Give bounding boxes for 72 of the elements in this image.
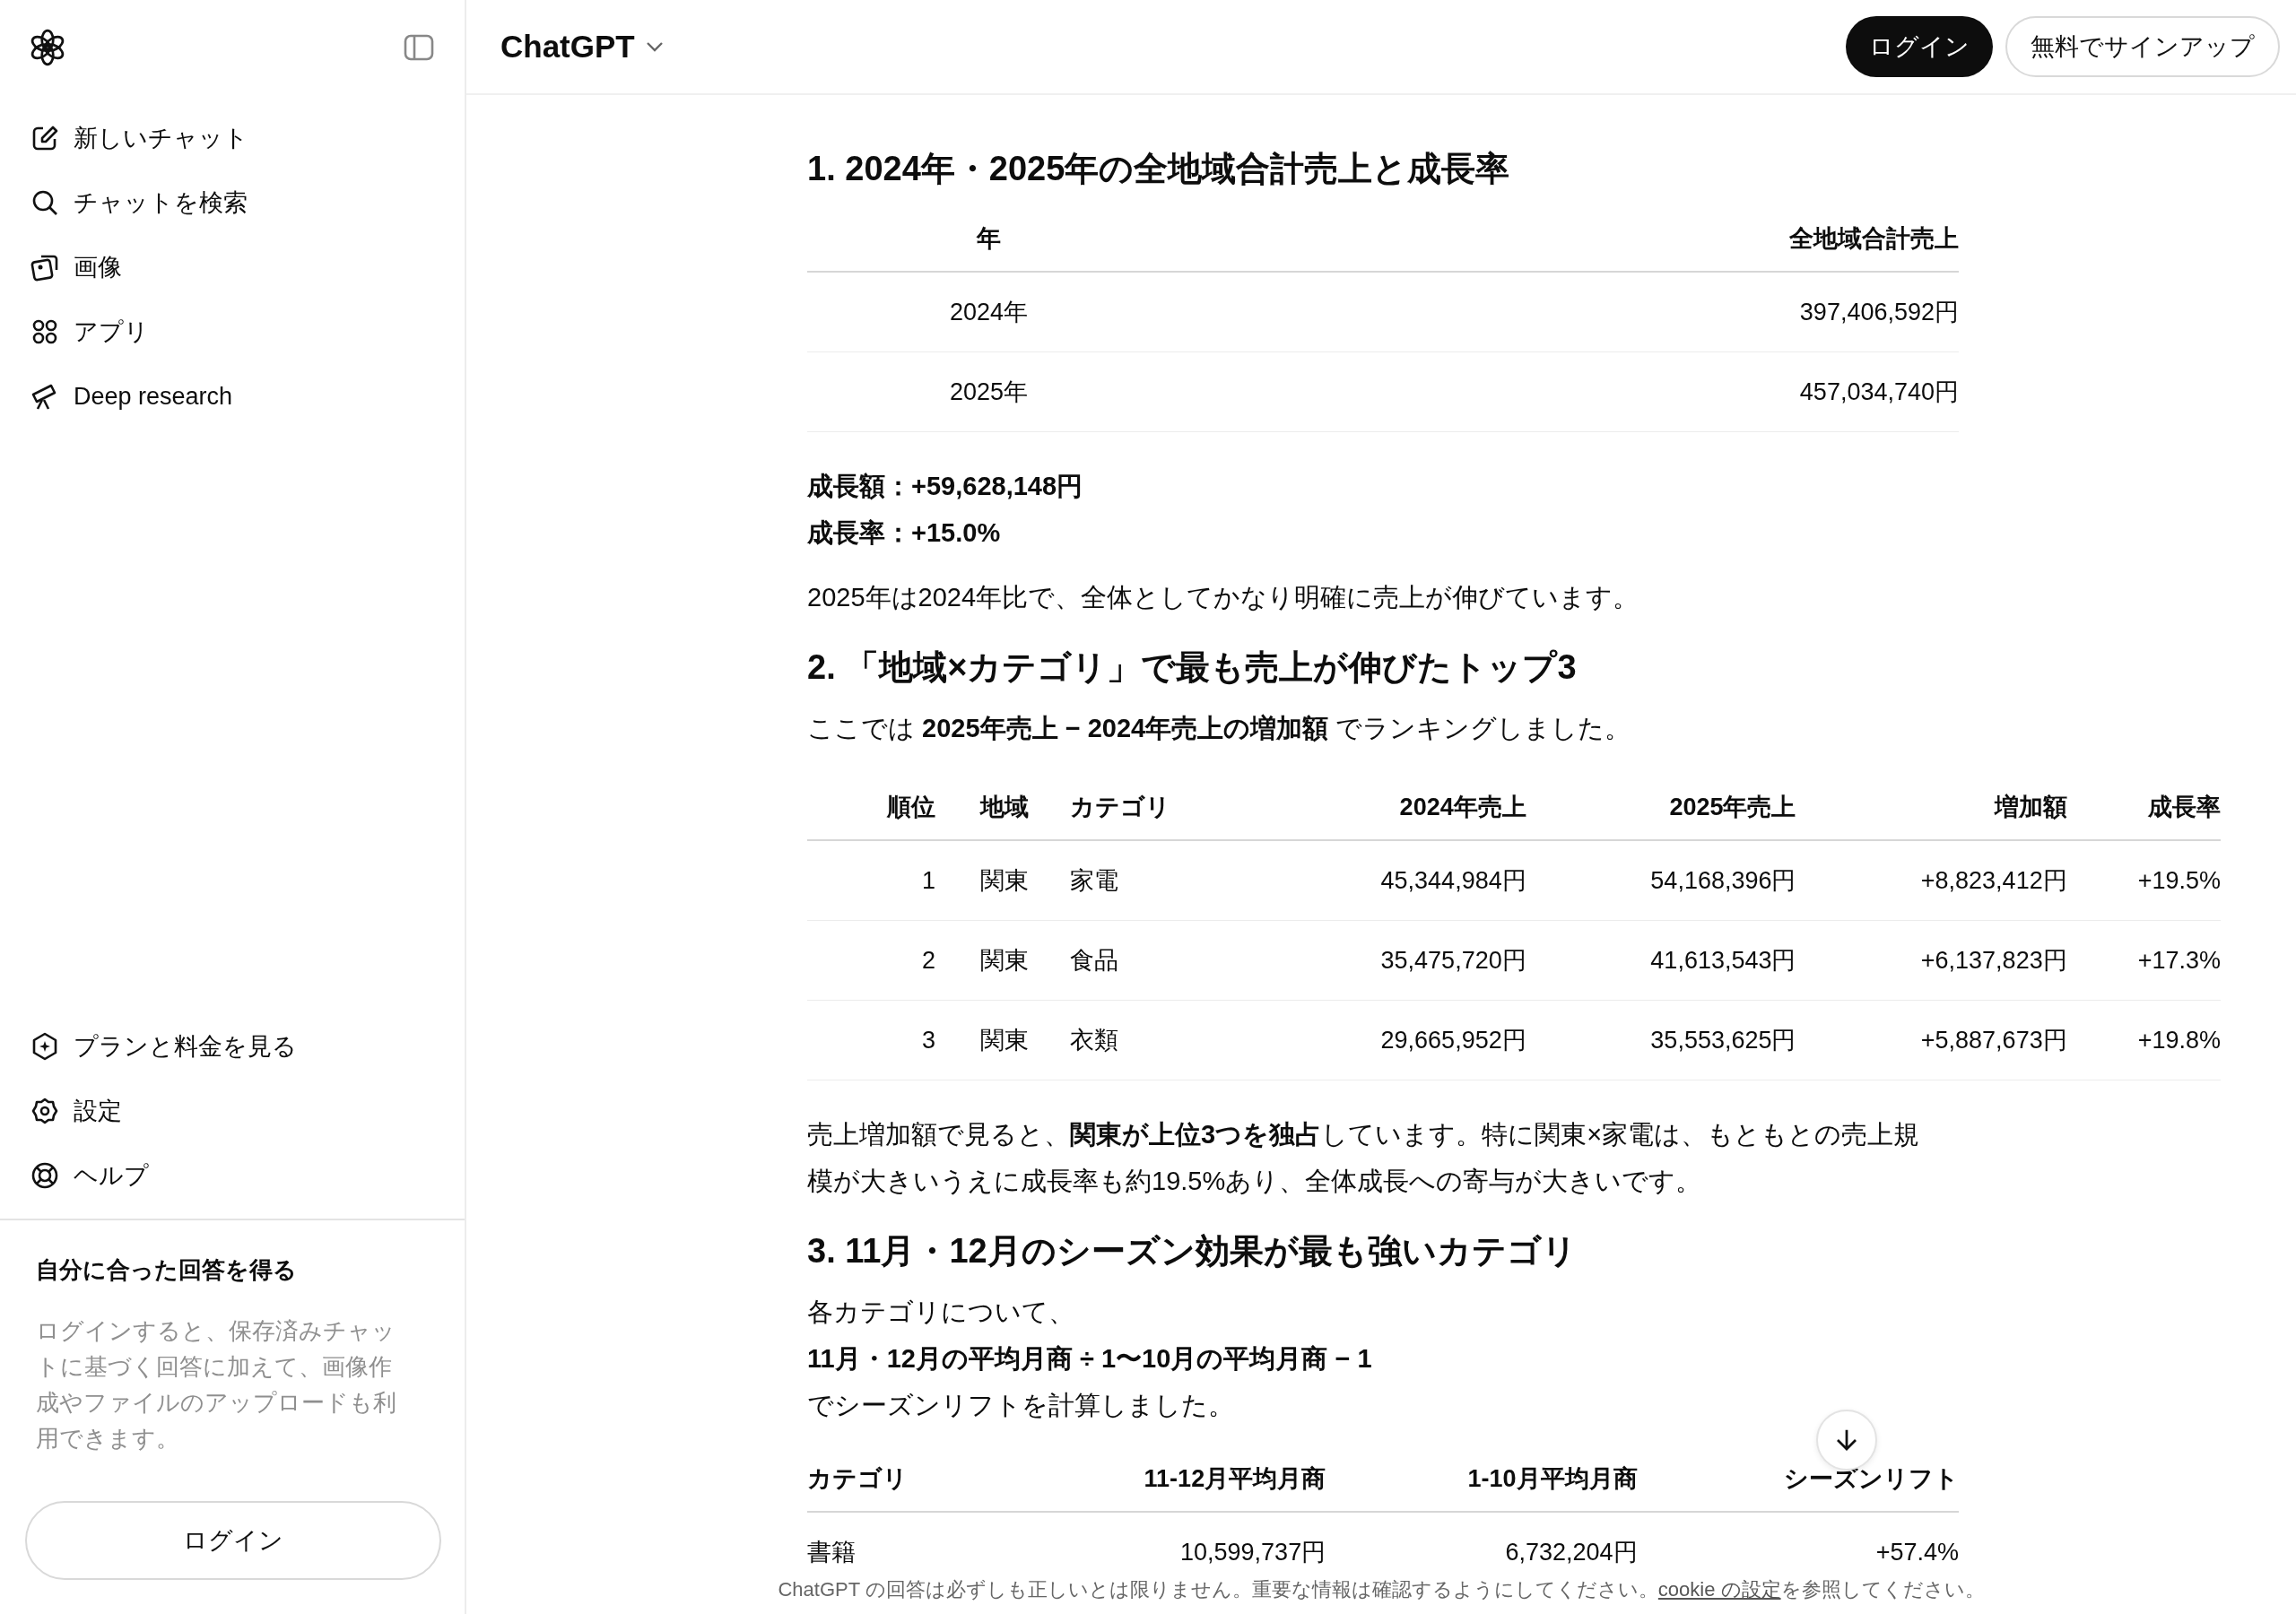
sidebar-toggle-icon[interactable] (404, 34, 434, 61)
logo-icon[interactable] (29, 29, 66, 66)
table-cell: +8,823,412円 (1796, 840, 2067, 921)
sidebar-item[interactable]: Deep research (16, 364, 448, 429)
column-header: 11-12月平均月商 (991, 1446, 1326, 1512)
table-cell: 食品 (1070, 920, 1257, 1001)
text-line: でシーズンリフトを計算しました。 (807, 1390, 1235, 1421)
text-line: 各カテゴリについて、 (807, 1297, 1075, 1328)
column-header: カテゴリ (1070, 775, 1257, 840)
text-line: 11月・12月の平均月商 ÷ 1〜10月の平均月商 − 1 (807, 1343, 1373, 1375)
table-cell: +17.3% (2066, 920, 2221, 1001)
column-header: 順位 (807, 775, 980, 840)
paragraph: 売上増加額で見ると、関東が上位3つを独占しています。特に関東×家電は、もともとの売上規模が大きいうえに成長率も約19.5%あり、全体成長への寄与が大きいです。 (807, 1119, 1921, 1197)
images-icon (30, 253, 59, 282)
sidebar-item[interactable]: ヘルプ (16, 1143, 448, 1208)
table-cell: 41,613,543円 (1526, 920, 1796, 1001)
section-heading: 2. 「地域×カテゴリ」で最も売上が伸びたトップ3 (807, 647, 1578, 688)
model-selector[interactable]: ChatGPT (500, 22, 664, 72)
table-cell: +6,137,823円 (1796, 920, 2067, 1001)
column-header: 増加額 (1796, 775, 2067, 840)
table-cell: 2025年 (807, 351, 1170, 432)
column-header: 地域 (979, 775, 1071, 840)
table-cell: 45,344,984円 (1256, 840, 1526, 921)
table-cell: 家電 (1070, 840, 1257, 921)
settings-icon (30, 1097, 59, 1125)
sparkle-hexagon-icon (30, 1032, 59, 1061)
column-header: 成長率 (2066, 775, 2221, 840)
login-button[interactable]: ログイン (1846, 16, 1993, 77)
search-icon (30, 188, 59, 217)
table-cell: 2 (807, 920, 980, 1001)
signup-button[interactable]: 無料でサインアップ (2005, 16, 2280, 77)
sidebar-item[interactable]: 新しいチャット (16, 106, 448, 170)
chevron-down-icon (645, 41, 664, 52)
column-header: 2024年売上 (1256, 775, 1526, 840)
table-cell: 関東 (979, 1000, 1071, 1080)
text-line: 成長額：+59,628,148円 (807, 471, 1084, 502)
table-cell: 衣類 (1070, 1000, 1257, 1080)
sidebar-item[interactable]: プランと料金を見る (16, 1014, 448, 1079)
lifebuoy-icon (30, 1161, 59, 1190)
promo-title: 自分に合った回答を得る (35, 1255, 298, 1285)
sidebar-item[interactable]: チャットを検索 (16, 170, 448, 235)
table-cell: 2024年 (807, 272, 1170, 352)
column-header: 2025年売上 (1526, 775, 1796, 840)
table-cell: 関東 (979, 840, 1071, 921)
table-cell: 54,168,396円 (1526, 840, 1796, 921)
table-cell: 457,034,740円 (1170, 351, 1959, 432)
table-cell: +19.5% (2066, 840, 2221, 921)
login-button[interactable]: ログイン (25, 1501, 441, 1580)
table-cell: 397,406,592円 (1170, 272, 1959, 352)
table-cell: +5,887,673円 (1796, 1000, 2067, 1080)
column-header: 全地域合計売上 (1170, 206, 1959, 272)
apps-grid-icon (30, 317, 59, 346)
table-cell: +19.8% (2066, 1000, 2221, 1080)
sidebar-item[interactable]: 画像 (16, 235, 448, 299)
table-cell: 35,553,625円 (1526, 1000, 1796, 1080)
table-cell: 35,475,720円 (1256, 920, 1526, 1001)
section-heading: 1. 2024年・2025年の全地域合計売上と成長率 (807, 149, 1511, 189)
text-line: 成長率：+15.0% (807, 517, 1002, 549)
column-header: カテゴリ (807, 1446, 992, 1512)
section-heading: 3. 11月・12月のシーズン効果が最も強いカテゴリ (807, 1231, 1578, 1271)
sidebar-item[interactable]: アプリ (16, 299, 448, 364)
column-header: 1-10月平均月商 (1326, 1446, 1638, 1512)
table-cell: 関東 (979, 920, 1071, 1001)
table-cell: 1 (807, 840, 980, 921)
sidebar-item[interactable]: 設定 (16, 1079, 448, 1143)
promo-text: ログインすると、保存済みチャットに基づく回答に加えて、画像作成やファイルのアップロードも利用できます。 (35, 1316, 397, 1453)
paragraph: ここでは 2025年売上 − 2024年売上の増加額 でランキングしました。 (807, 713, 1632, 744)
table-cell: 3 (807, 1000, 980, 1080)
column-header: 年 (807, 206, 1170, 272)
paragraph: 2025年は2024年比で、全体としてかなり明確に売上が伸びています。 (807, 582, 1640, 613)
table-cell: 29,665,952円 (1256, 1000, 1526, 1080)
compose-icon (30, 124, 59, 152)
